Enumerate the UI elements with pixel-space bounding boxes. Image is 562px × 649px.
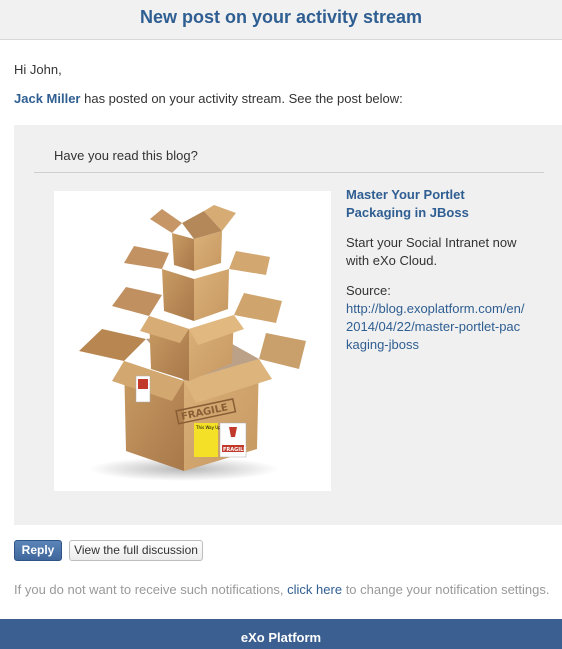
intro-line: Jack Miller has posted on your activity … — [14, 91, 403, 106]
activity-post: Have you read this blog? FRAGILE This Wa… — [14, 125, 562, 525]
cardboard-boxes-image: FRAGILE This Way Up FRAGILE — [79, 205, 306, 481]
this-way-up-label: This Way Up — [195, 425, 221, 430]
email-title: New post on your activity stream — [139, 7, 423, 27]
reply-button[interactable]: Reply — [14, 540, 62, 561]
footer-brand: eXo Platform — [240, 630, 322, 645]
preview-source-label: Source: — [346, 283, 391, 298]
link-preview: Master Your Portlet Packaging in JBoss S… — [346, 186, 546, 354]
preview-title-link[interactable]: Master Your Portlet Packaging in JBoss — [346, 186, 506, 222]
link-preview-image[interactable]: FRAGILE This Way Up FRAGILE — [54, 191, 331, 491]
notification-settings-notice: If you do not want to receive such notif… — [14, 582, 549, 597]
notice-text-after: to change your notification settings. — [342, 582, 550, 597]
post-message: Have you read this blog? — [54, 148, 198, 163]
notice-text-before: If you do not want to receive such notif… — [14, 582, 288, 597]
email-footer: eXo Platform — [0, 619, 562, 649]
preview-source-link[interactable]: http://blog.exoplatform.com/en/2014/04/2… — [346, 300, 526, 354]
poster-name-link[interactable]: Jack Miller — [14, 91, 81, 106]
preview-description: Start your Social Intranet now with eXo … — [346, 235, 517, 268]
click-here-link[interactable]: click here — [287, 582, 342, 597]
fragile-sticker: FRAGILE — [223, 447, 247, 453]
email-header: New post on your activity stream — [0, 0, 562, 40]
intro-text: has posted on your activity stream. See … — [80, 91, 403, 106]
post-divider — [34, 172, 544, 173]
greeting-text: Hi John, — [14, 62, 62, 77]
view-full-discussion-button[interactable]: View the full discussion — [69, 540, 203, 561]
